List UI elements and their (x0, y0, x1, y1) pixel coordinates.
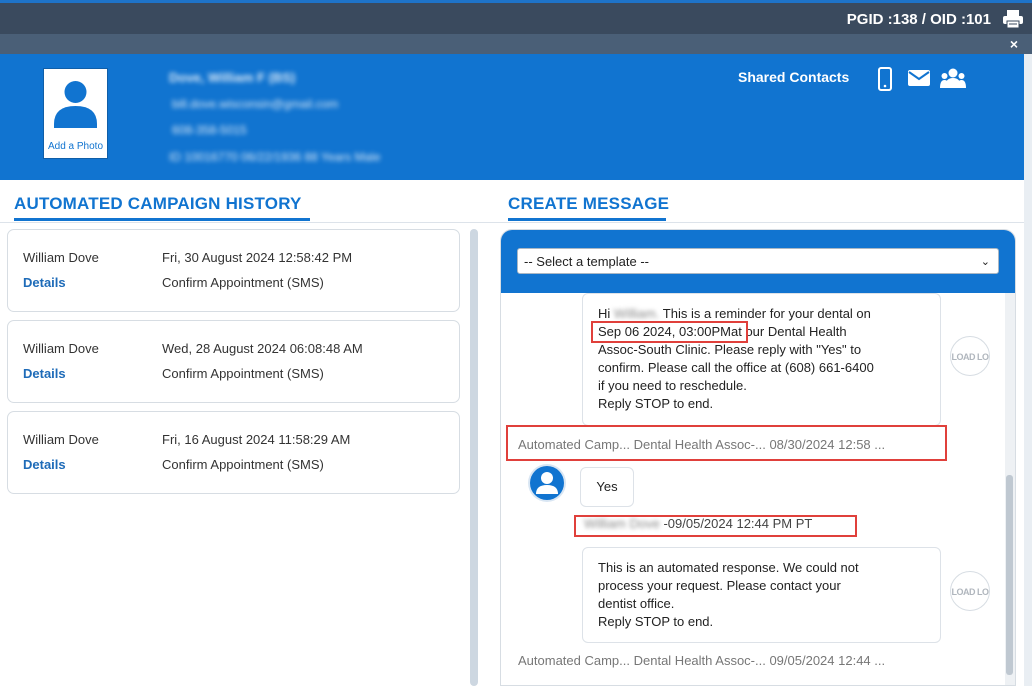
create-message-title: CREATE MESSAGE (508, 194, 670, 213)
history-campaign: Confirm Appointment (SMS) (162, 275, 324, 290)
patient-name: Dove, William F (BS) (169, 70, 296, 85)
patient-header (0, 54, 1024, 180)
close-icon[interactable]: × (1010, 36, 1018, 52)
details-link[interactable]: Details (23, 275, 66, 290)
history-recipient: William Dove (23, 250, 99, 265)
patient-phone: 608-358-5015 (172, 123, 247, 137)
history-date: Fri, 16 August 2024 11:58:29 AM (162, 432, 351, 447)
outbound-message-bubble: Hi William. This is a reminder for your … (582, 293, 941, 426)
outbound-message-bubble: This is an automated response. We could … (582, 547, 941, 643)
section-divider (0, 222, 1024, 223)
close-bar (0, 34, 1032, 54)
mobile-icon[interactable] (877, 67, 893, 96)
chat-scrollbar-thumb[interactable] (1006, 475, 1013, 675)
message-line1: This is a reminder for your dental on (662, 306, 871, 321)
highlight-box (574, 515, 857, 537)
chat-header: -- Select a template -- ⌄ (501, 230, 1015, 293)
message-greeting: Hi (598, 306, 611, 321)
reply-bubble: Yes (580, 467, 634, 507)
patient-email: bill.dove.wisconsin@gmail.com (172, 97, 339, 111)
top-bar: PGID :138 / OID :101 (0, 3, 1032, 34)
history-card: William Dove Fri, 16 August 2024 11:58:2… (7, 411, 460, 494)
add-photo-button[interactable]: Add a Photo (43, 68, 108, 159)
message-title-underline (508, 218, 666, 221)
history-campaign: Confirm Appointment (SMS) (162, 457, 324, 472)
mail-icon[interactable] (908, 70, 930, 91)
history-card: William Dove Wed, 28 August 2024 06:08:4… (7, 320, 460, 403)
history-title-underline (14, 218, 310, 221)
sender-avatar-badge: LOAD LO (950, 571, 990, 611)
template-select[interactable]: -- Select a template -- ⌄ (517, 248, 999, 274)
message-body: Assoc-South Clinic. Please reply with "Y… (598, 342, 874, 411)
history-date: Fri, 30 August 2024 12:58:42 PM (162, 250, 353, 265)
user-silhouette-icon (54, 81, 97, 128)
history-recipient: William Dove (23, 432, 99, 447)
reply-text: Yes (596, 479, 618, 494)
message-meta: Automated Camp... Dental Health Assoc-..… (518, 653, 886, 668)
add-photo-label: Add a Photo (47, 141, 104, 152)
printer-icon[interactable] (1002, 9, 1024, 29)
template-select-value: -- Select a template -- (524, 254, 649, 269)
history-scrollbar[interactable] (470, 229, 478, 686)
history-recipient: William Dove (23, 341, 99, 356)
chevron-down-icon: ⌄ (980, 256, 990, 268)
history-title: AUTOMATED CAMPAIGN HISTORY (14, 194, 302, 213)
group-icon[interactable] (940, 67, 966, 94)
shared-contacts-label[interactable]: Shared Contacts (738, 69, 849, 85)
ids-label: PGID :138 / OID :101 (846, 11, 991, 28)
highlight-box (591, 321, 748, 343)
page-scrollbar[interactable] (1024, 54, 1032, 686)
highlight-box (506, 425, 947, 461)
details-link[interactable]: Details (23, 366, 66, 381)
user-avatar-icon (530, 466, 564, 500)
sender-avatar-badge: LOAD LO (950, 336, 990, 376)
details-link[interactable]: Details (23, 457, 66, 472)
history-date: Wed, 28 August 2024 06:08:48 AM (162, 341, 363, 356)
message-line2: at our Dental Health (731, 324, 847, 339)
history-card: William Dove Fri, 30 August 2024 12:58:4… (7, 229, 460, 312)
patient-avatar (528, 464, 566, 502)
message-body: This is an automated response. We could … (598, 560, 859, 629)
patient-id-line: ID 10016770 06/22/1936 88 Years Male (169, 150, 381, 164)
history-campaign: Confirm Appointment (SMS) (162, 366, 324, 381)
redacted-name: William. (613, 306, 660, 321)
